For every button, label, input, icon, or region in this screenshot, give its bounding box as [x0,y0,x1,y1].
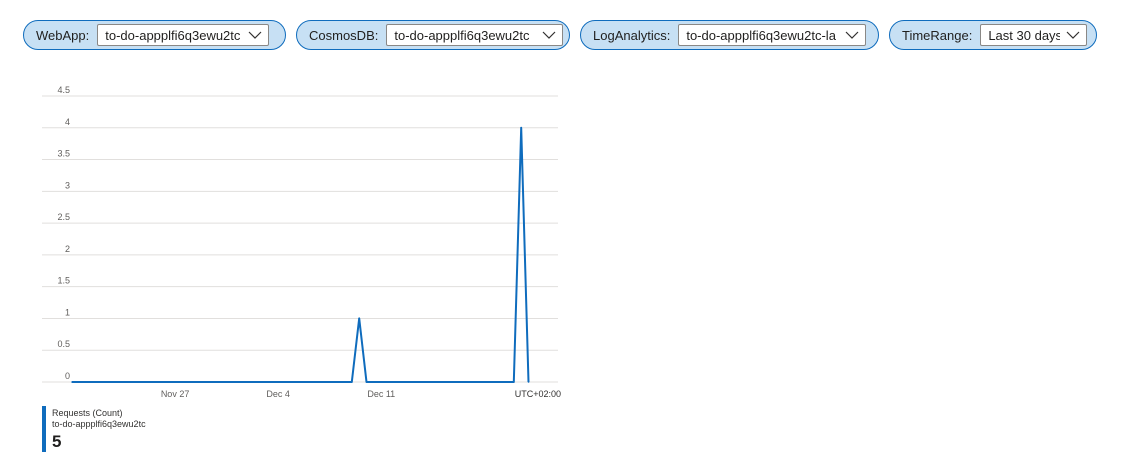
x-tick-label: Dec 4 [266,389,290,399]
legend-resource-name: to-do-appplfi6q3ewu2tc [52,419,146,429]
chevron-down-icon [845,31,859,39]
requests-chart[interactable]: 0 0.5 1 1.5 2 2.5 3 3.5 4 4.5 Nov 27 Dec 4 Dec 11 UTC… [0,80,600,410]
loganalytics-dropdown-value: to-do-appplfi6q3ewu2tc-la [686,27,836,43]
y-tick-label: 2.5 [57,212,70,222]
y-tick-label: 3.5 [57,149,70,159]
y-tick-label: 3 [65,180,70,190]
y-tick-label: 2 [65,244,70,254]
data-point [358,317,360,320]
timerange-dropdown[interactable]: Last 30 days [980,24,1088,46]
data-point [71,381,73,383]
loganalytics-parameter: LogAnalytics: to-do-appplfi6q3ewu2tc-la [580,20,879,50]
y-tick-label: 4 [65,117,70,127]
loganalytics-dropdown[interactable]: to-do-appplfi6q3ewu2tc-la [678,24,867,46]
webapp-parameter-label: WebApp: [36,27,90,43]
timerange-parameter-label: TimeRange: [902,27,973,43]
timerange-dropdown-value: Last 30 days [988,27,1061,43]
parameters-bar: WebApp: to-do-appplfi6q3ewu2tc CosmosDB:… [0,20,1126,52]
x-tick-label: Dec 11 [367,389,395,399]
chart-legend[interactable]: Requests (Count) to-do-appplfi6q3ewu2tc … [42,406,262,452]
cosmosdb-parameter: CosmosDB: to-do-appplfi6q3ewu2tc [296,20,570,50]
legend-color-bar [42,406,46,452]
y-tick-label: 0 [65,371,70,381]
data-point [527,381,530,383]
x-tick-label: Nov 27 [161,389,190,399]
chevron-down-icon [1066,31,1080,39]
data-point [365,381,368,383]
webapp-dropdown-value: to-do-appplfi6q3ewu2tc [105,27,241,43]
timerange-parameter: TimeRange: Last 30 days [889,20,1097,50]
cosmosdb-parameter-label: CosmosDB: [309,27,379,43]
data-point [520,126,522,129]
requests-chart-svg: 0 0.5 1 1.5 2 2.5 3 3.5 4 4.5 Nov 27 Dec 4 Dec 11 UTC… [42,85,561,399]
webapp-parameter: WebApp: to-do-appplfi6q3ewu2tc [23,20,286,50]
cosmosdb-dropdown-value: to-do-appplfi6q3ewu2tc [394,27,530,43]
data-point [351,381,353,383]
chevron-down-icon [542,31,556,39]
legend-total-value: 5 [52,432,62,451]
y-tick-label: 1 [65,307,70,317]
timezone-label: UTC+02:00 [515,389,561,399]
y-tick-label: 4.5 [57,85,70,95]
chevron-down-icon [248,31,262,39]
data-point [513,381,515,383]
y-tick-label: 0.5 [57,339,70,349]
y-tick-label: 1.5 [57,276,70,286]
cosmosdb-dropdown[interactable]: to-do-appplfi6q3ewu2tc [386,24,563,46]
loganalytics-parameter-label: LogAnalytics: [593,27,671,43]
legend-series-name: Requests (Count) [52,408,123,418]
webapp-dropdown[interactable]: to-do-appplfi6q3ewu2tc [97,24,270,46]
